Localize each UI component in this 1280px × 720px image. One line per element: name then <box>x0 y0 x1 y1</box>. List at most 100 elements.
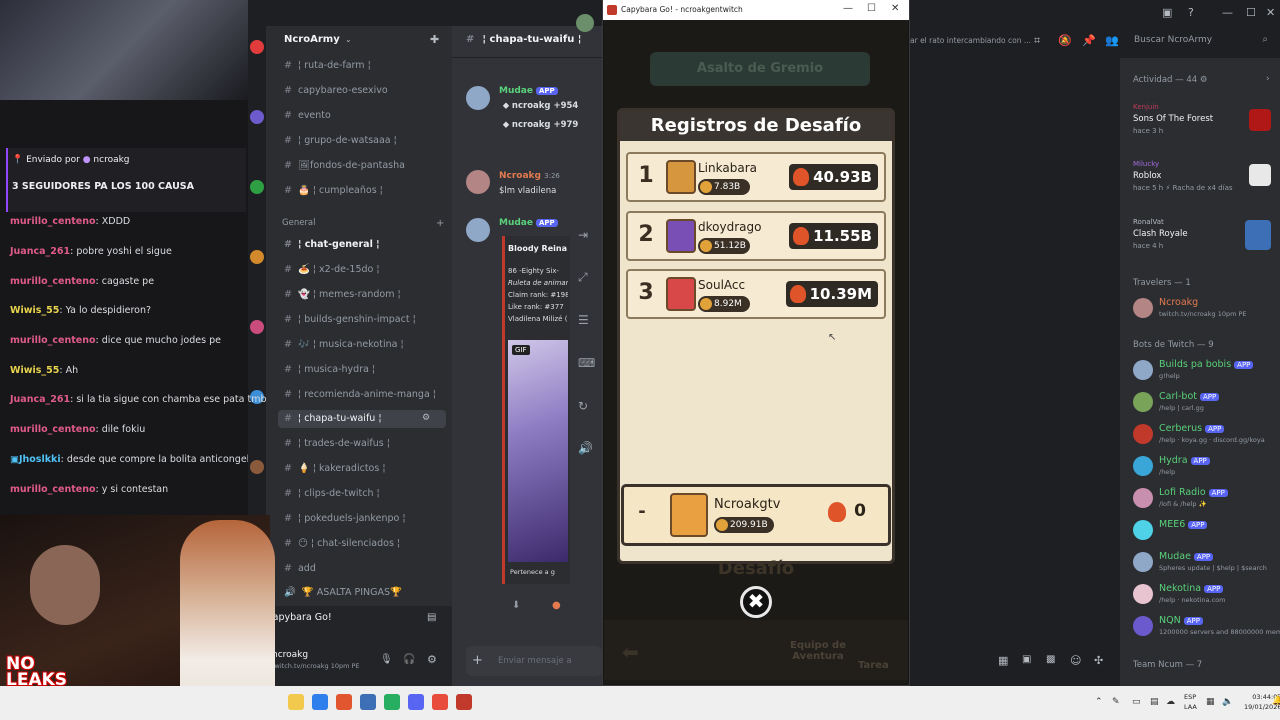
chrome-icon[interactable] <box>432 694 448 710</box>
channel-item[interactable]: # capybareo-esexivo <box>284 82 388 100</box>
discord-icon[interactable] <box>408 694 424 710</box>
file-explorer-icon[interactable] <box>288 694 304 710</box>
channel-item[interactable]: # ¦ builds-genshin-impact ¦ <box>284 311 416 329</box>
help-icon[interactable]: ? <box>1188 6 1194 19</box>
voice-activity[interactable]: Capybara Go! <box>266 612 332 623</box>
search-input[interactable]: Buscar NcroArmy ⌕ <box>1128 31 1274 51</box>
avatar[interactable] <box>466 86 490 110</box>
embed-gif-image[interactable] <box>508 340 568 562</box>
channel-item[interactable]: # ¦ chat-general ¦ <box>284 236 380 254</box>
channel-item[interactable]: # 🖼fondos-de-pantasha <box>284 157 405 175</box>
channel-item[interactable]: # 🍝 ¦ x2-de-15do ¦ <box>284 261 380 279</box>
channel-item[interactable]: # add <box>284 560 316 578</box>
channel-item[interactable]: # 🎂 ¦ cumpleaños ¦ <box>284 182 383 200</box>
channel-item[interactable]: # ¦ trades-de-waifus ¦ <box>284 435 390 453</box>
minimize-icon[interactable]: — <box>1222 6 1233 19</box>
message-author[interactable]: Ncroakg 3:26 <box>499 171 560 181</box>
exit-icon[interactable]: ⇥ <box>578 228 588 242</box>
leaderboard-row[interactable]: 1 Linkabara 7.83B 40.93B <box>626 152 886 202</box>
channel-item[interactable]: # 🎶 ¦ musica-nekotina ¦ <box>284 336 404 354</box>
tray-chevron-icon[interactable]: ⌃ <box>1095 697 1103 707</box>
message-author[interactable]: Mudae APP <box>499 86 558 96</box>
network-icon[interactable]: ▦ <box>1206 697 1215 707</box>
members-icon[interactable]: 👥 <box>1105 34 1119 47</box>
server-icon[interactable] <box>250 460 264 474</box>
capybara-app-icon[interactable] <box>456 694 472 710</box>
channel-item[interactable]: # evento <box>284 107 331 125</box>
leaderboard-row[interactable]: 3 SoulAcc 8.92M 10.39M <box>626 269 886 319</box>
gear-icon[interactable]: ⚙ <box>422 413 430 423</box>
taskbar-app-icon[interactable] <box>312 694 328 710</box>
channel-item[interactable]: # 😶 ¦ chat-silenciados ¦ <box>284 535 400 553</box>
tray-icon[interactable]: ▤ <box>1150 697 1159 707</box>
nav-task[interactable]: Tarea <box>858 660 889 671</box>
close-panel-button[interactable]: ✖ <box>740 586 772 618</box>
channel-item-active[interactable]: # ¦ chapa-tu-waifu ¦ <box>278 410 446 428</box>
sticker-icon[interactable]: ▩ <box>1046 654 1055 665</box>
taskbar-app-icon[interactable] <box>384 694 400 710</box>
message-author[interactable]: Mudae APP <box>499 218 558 228</box>
apps-icon[interactable]: ✣ <box>1094 654 1103 667</box>
reaction-icon[interactable]: ⬇ <box>512 600 520 611</box>
settings-gear-icon[interactable]: ⚙ <box>427 653 437 666</box>
category-general[interactable]: General <box>282 218 316 228</box>
channel-item[interactable]: # ¦ ruta-de-farm ¦ <box>284 57 371 75</box>
back-arrow-icon[interactable]: ⬅ <box>622 640 639 664</box>
app-avatar-icon[interactable] <box>576 14 594 32</box>
server-icon[interactable] <box>250 40 264 54</box>
close-icon[interactable]: ✕ <box>891 3 899 14</box>
minimize-icon[interactable]: — <box>843 3 853 14</box>
close-window-icon[interactable]: ✕ <box>1266 6 1275 19</box>
gif-icon[interactable]: ▣ <box>1022 654 1031 665</box>
taskbar-app-icon[interactable] <box>360 694 376 710</box>
expand-icon[interactable]: ⤢ <box>578 270 588 285</box>
add-member-icon[interactable]: ✚ <box>430 33 439 46</box>
chevron-right-icon[interactable]: › <box>1266 74 1270 84</box>
volume-icon[interactable]: 🔈 <box>1222 697 1233 707</box>
nav-team[interactable]: Equipo de Aventura <box>786 640 850 662</box>
language-indicator[interactable]: ESP LAA <box>1184 692 1197 712</box>
server-icon[interactable] <box>250 320 264 334</box>
attach-icon[interactable]: + <box>472 653 483 668</box>
pen-icon[interactable]: ✎ <box>1112 697 1120 707</box>
emoji-icon[interactable]: ☺ <box>1070 654 1081 667</box>
server-icon[interactable] <box>250 180 264 194</box>
headphones-icon[interactable]: 🎧 <box>403 654 415 665</box>
add-channel-icon[interactable]: + <box>436 218 444 229</box>
gift-icon[interactable]: ▦ <box>998 654 1008 667</box>
activity-card[interactable]: RonalVat Clash Royale hace 4 h <box>1133 218 1273 260</box>
channel-item[interactable]: # ¦ musica-hydra ¦ <box>284 361 375 379</box>
tray-icon[interactable]: ▭ <box>1132 697 1141 707</box>
channel-item[interactable]: # ¦ clips-de-twitch ¦ <box>284 485 380 503</box>
volume-icon[interactable]: 🔊 <box>578 441 593 455</box>
threads-icon[interactable]: ⌗ <box>1034 34 1040 48</box>
reaction-icon[interactable]: ● <box>552 600 561 611</box>
sliders-icon[interactable]: ☰ <box>578 313 589 327</box>
notification-bell-icon[interactable]: 🔔 <box>1272 696 1280 706</box>
channel-item[interactable]: # 👻 ¦ memes-random ¦ <box>284 286 401 304</box>
rotate-icon[interactable]: ↻ <box>578 399 588 413</box>
inbox-icon[interactable]: ▣ <box>1162 6 1172 19</box>
keyboard-icon[interactable]: ⌨ <box>578 356 595 370</box>
maximize-icon[interactable]: ☐ <box>867 3 876 14</box>
activity-card[interactable]: Milucky Roblox hace 5 h ⚡ Racha de x4 dí… <box>1133 160 1273 202</box>
avatar[interactable] <box>466 170 490 194</box>
activity-card[interactable]: Kenjuin Sons Of The Forest hace 3 h <box>1133 103 1273 145</box>
avatar[interactable] <box>466 218 490 242</box>
server-icon[interactable] <box>250 110 264 124</box>
chevron-down-icon[interactable]: ⌄ <box>345 35 352 44</box>
brave-icon[interactable] <box>336 694 352 710</box>
channel-item[interactable]: # ¦ grupo-de-watsaaa ¦ <box>284 132 397 150</box>
channel-item[interactable]: 🔊 🏆 ASALTA PINGAS🏆 <box>284 584 402 602</box>
server-icon[interactable] <box>250 250 264 264</box>
channel-item[interactable]: # 🍦 ¦ kakeradictos ¦ <box>284 460 386 478</box>
maximize-icon[interactable]: ☐ <box>1246 6 1256 19</box>
activity-icon[interactable]: ▤ <box>427 612 436 623</box>
tray-icon[interactable]: ☁ <box>1166 697 1175 707</box>
mic-icon[interactable]: 🎙 <box>380 654 393 665</box>
pin-icon[interactable]: 📌 <box>1082 34 1096 47</box>
channel-item[interactable]: # ¦ recomienda-anime-manga ¦ <box>284 386 436 404</box>
server-name[interactable]: NcroArmy <box>284 34 340 45</box>
channel-item[interactable]: # ¦ pokeduels-jankenpo ¦ <box>284 510 406 528</box>
notification-icon[interactable]: 🔕 <box>1058 34 1072 47</box>
